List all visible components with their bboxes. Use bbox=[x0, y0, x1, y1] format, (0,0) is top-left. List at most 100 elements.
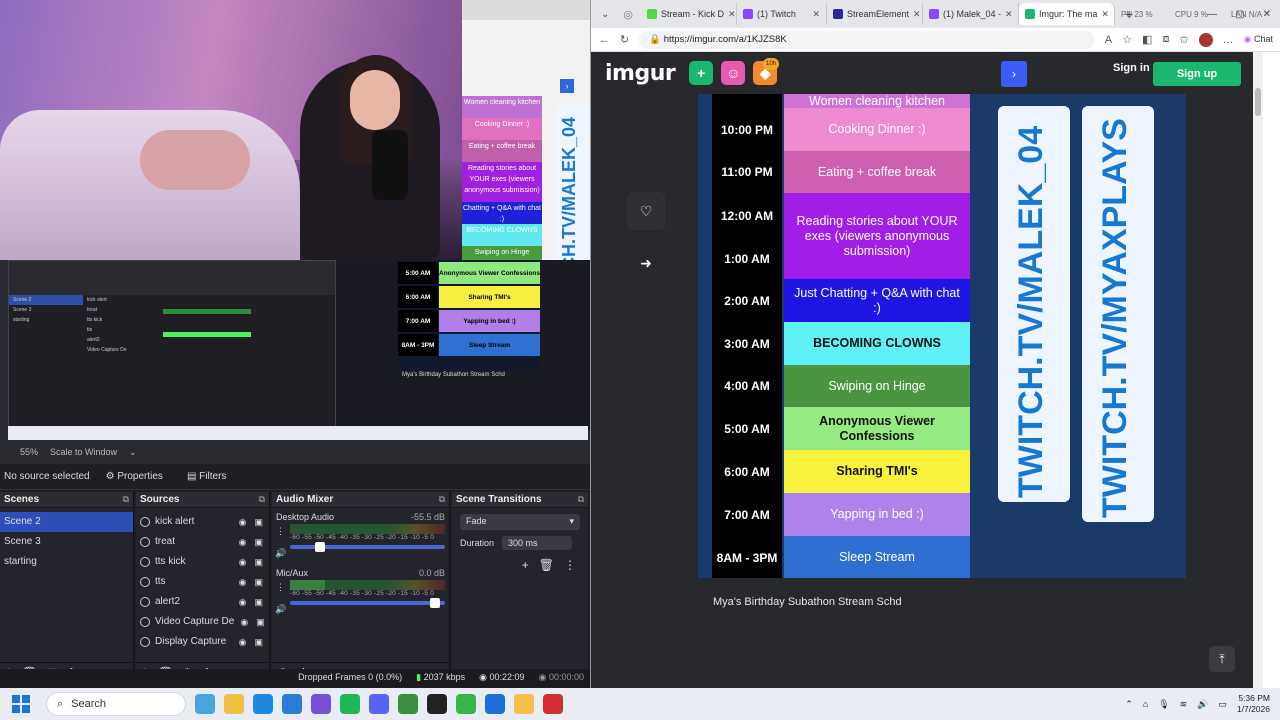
speaker-icon[interactable]: 🔊 bbox=[275, 548, 286, 559]
browser-tab[interactable]: (1) Twitch ✕ bbox=[737, 3, 827, 25]
browser-tab[interactable]: (1) Malek_04 - ✕ bbox=[923, 3, 1019, 25]
volume-slider[interactable] bbox=[290, 598, 445, 608]
source-item[interactable]: kick alert ◉ ▣ bbox=[136, 512, 269, 532]
close-tab-icon[interactable]: ✕ bbox=[812, 9, 820, 20]
scene-item[interactable]: starting bbox=[0, 552, 133, 572]
close-tab-icon[interactable]: ✕ bbox=[1005, 9, 1013, 20]
more-icon[interactable]: ⋮ bbox=[276, 526, 285, 537]
taskbar-app-icon[interactable] bbox=[456, 694, 476, 714]
refresh-icon[interactable]: ↻ bbox=[620, 33, 629, 46]
lock-icon[interactable]: ▣ bbox=[256, 612, 265, 632]
back-to-top-button[interactable]: ⤒ bbox=[1209, 646, 1235, 672]
dock-icon[interactable]: ⧉ bbox=[123, 494, 129, 505]
chevron-right-icon[interactable]: › bbox=[1001, 61, 1027, 87]
duration-input[interactable]: 300 ms bbox=[502, 536, 573, 550]
scene-item[interactable]: Scene 2 bbox=[0, 512, 133, 532]
read-aloud-icon[interactable]: A bbox=[1105, 34, 1112, 46]
dock-icon[interactable]: ⧉ bbox=[439, 494, 445, 505]
heart-icon[interactable]: ♡ bbox=[627, 192, 665, 230]
volume-knob[interactable] bbox=[315, 542, 326, 552]
eye-icon[interactable]: ◉ bbox=[239, 592, 247, 612]
taskbar-app-icon[interactable] bbox=[195, 694, 215, 714]
add-icon[interactable]: + bbox=[522, 558, 529, 572]
extension-icon[interactable]: ◧ bbox=[1142, 33, 1152, 46]
eye-icon[interactable]: ◉ bbox=[239, 632, 247, 652]
zoom-level[interactable]: 55% bbox=[20, 447, 38, 461]
source-item[interactable]: treat ◉ ▣ bbox=[136, 532, 269, 552]
tab-menu-icon[interactable]: ⌄ bbox=[595, 9, 615, 20]
more-icon[interactable]: … bbox=[1223, 34, 1234, 46]
copilot-chat-button[interactable]: ◉ Chat bbox=[1244, 34, 1273, 45]
chevron-up-icon[interactable]: ⌃ bbox=[1125, 699, 1133, 710]
favorites-icon[interactable]: ✩ bbox=[1179, 33, 1188, 46]
sign-up-button[interactable]: Sign up bbox=[1153, 62, 1241, 86]
taskbar-app-icon[interactable] bbox=[253, 694, 273, 714]
wifi-icon[interactable]: ≋ bbox=[1180, 699, 1188, 710]
dock-icon[interactable]: ⧉ bbox=[578, 494, 584, 505]
taskbar-app-icon[interactable] bbox=[369, 694, 389, 714]
eye-icon[interactable]: ◉ bbox=[240, 612, 248, 632]
more-icon[interactable]: ⋮ bbox=[564, 558, 576, 572]
close-tab-icon[interactable]: ✕ bbox=[913, 9, 921, 20]
source-item[interactable]: tts kick ◉ ▣ bbox=[136, 552, 269, 572]
meme-icon[interactable]: ☺ bbox=[721, 61, 746, 85]
trash-icon[interactable]: 🗑 bbox=[539, 558, 554, 572]
battery-icon[interactable]: ▭ bbox=[1218, 699, 1227, 710]
eye-icon[interactable]: ◉ bbox=[239, 512, 247, 532]
microphone-icon[interactable]: 🎙 bbox=[1158, 699, 1169, 710]
puzzle-icon[interactable]: ⧈ bbox=[1162, 33, 1169, 46]
sign-in-link[interactable]: Sign in bbox=[1113, 62, 1150, 74]
taskbar-app-icon[interactable] bbox=[340, 694, 360, 714]
source-item[interactable]: Display Capture ◉ ▣ bbox=[136, 632, 269, 652]
eye-icon[interactable]: ◉ bbox=[239, 552, 247, 572]
lock-icon[interactable]: ▣ bbox=[254, 552, 263, 572]
back-icon[interactable]: ← bbox=[599, 34, 610, 46]
close-tab-icon[interactable]: ✕ bbox=[728, 9, 736, 20]
taskbar-app-icon[interactable] bbox=[224, 694, 244, 714]
minimize-icon[interactable]: — bbox=[1207, 9, 1217, 20]
globe-icon[interactable]: ◎ bbox=[615, 8, 641, 21]
windows-start-icon[interactable] bbox=[12, 695, 30, 713]
more-icon[interactable]: ⋮ bbox=[276, 582, 285, 593]
avatar[interactable] bbox=[1198, 32, 1213, 47]
transition-select[interactable]: Fade ▾ bbox=[460, 514, 580, 530]
lock-icon[interactable]: ▣ bbox=[254, 572, 263, 592]
browser-tab[interactable]: Stream - Kick D ✕ bbox=[641, 3, 737, 25]
filters-button[interactable]: ▤ Filters bbox=[179, 467, 234, 486]
scene-item[interactable]: Scene 3 bbox=[0, 532, 133, 552]
lock-icon[interactable]: ▣ bbox=[254, 592, 263, 612]
star-icon[interactable]: ☆ bbox=[1122, 33, 1132, 46]
taskbar-app-icon[interactable] bbox=[398, 694, 418, 714]
close-tab-icon[interactable]: ✕ bbox=[1101, 9, 1109, 20]
taskbar-app-icon[interactable] bbox=[427, 694, 447, 714]
chevron-down-icon[interactable]: ⌄ bbox=[129, 447, 137, 461]
taskbar-app-icon[interactable] bbox=[514, 694, 534, 714]
source-item[interactable]: tts ◉ ▣ bbox=[136, 572, 269, 592]
url-input[interactable]: 🔒 https://imgur.com/a/1KJZS8K bbox=[639, 30, 1095, 49]
taskbar-app-icon[interactable] bbox=[485, 694, 505, 714]
scale-mode[interactable]: Scale to Window bbox=[50, 447, 117, 461]
browser-tab[interactable]: StreamElement ✕ bbox=[827, 3, 923, 25]
share-icon[interactable]: ➜ bbox=[627, 244, 665, 282]
scrollbar-thumb[interactable] bbox=[1255, 88, 1261, 116]
twitch-link-malek[interactable]: TWITCH.TV/MALEK_04 bbox=[1012, 126, 1051, 498]
source-item[interactable]: alert2 ◉ ▣ bbox=[136, 592, 269, 612]
volume-knob[interactable] bbox=[430, 598, 440, 608]
taskbar-app-icon[interactable] bbox=[543, 694, 563, 714]
new-post-icon[interactable]: + bbox=[689, 61, 714, 85]
taskbar-search[interactable]: ⌕ Search bbox=[46, 692, 186, 716]
taskbar-app-icon[interactable] bbox=[311, 694, 331, 714]
lock-icon[interactable]: ▣ bbox=[254, 632, 263, 652]
lock-icon[interactable]: ▣ bbox=[254, 512, 263, 532]
imgur-logo[interactable]: imgur bbox=[605, 61, 676, 86]
speaker-icon[interactable]: 🔊 bbox=[275, 604, 286, 615]
lock-icon[interactable]: ▣ bbox=[254, 532, 263, 552]
taskbar-app-icon[interactable] bbox=[282, 694, 302, 714]
scrollbar[interactable] bbox=[1253, 52, 1263, 688]
volume-icon[interactable]: 🔊 bbox=[1197, 699, 1208, 710]
clock[interactable]: 5:36 PM 1/7/2026 bbox=[1237, 693, 1270, 715]
browser-tab[interactable]: Imgur: The ma ✕ bbox=[1019, 3, 1115, 25]
twitch-link-myaxplays[interactable]: TWITCH.TV/MYAXPLAYS bbox=[1096, 118, 1135, 518]
eye-icon[interactable]: ◉ bbox=[239, 532, 247, 552]
eye-icon[interactable]: ◉ bbox=[239, 572, 247, 592]
